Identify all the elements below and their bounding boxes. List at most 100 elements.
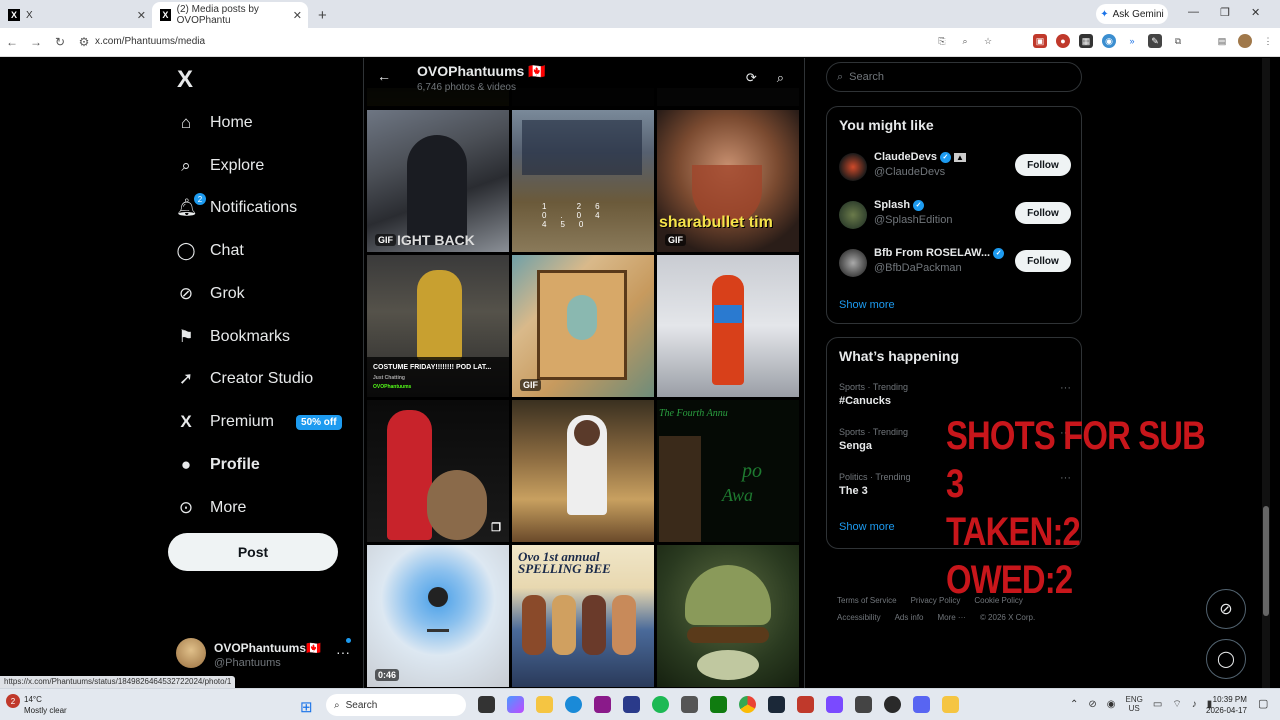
- media-tile[interactable]: 1 26 0.04 450: [512, 110, 654, 252]
- task-view-icon[interactable]: [478, 696, 495, 713]
- xbox-icon[interactable]: [710, 696, 727, 713]
- snipping-tool-icon[interactable]: [855, 696, 872, 713]
- app-icon[interactable]: [594, 696, 611, 713]
- windows-start-icon[interactable]: ⊞: [300, 698, 313, 716]
- obs-icon[interactable]: [884, 696, 901, 713]
- network-icon[interactable]: ⊘: [1088, 699, 1096, 710]
- chrome-icon[interactable]: [739, 696, 756, 713]
- system-clock[interactable]: 10:39 PM 2026-04-17: [1206, 694, 1247, 716]
- weather-widget[interactable]: 14°C Mostly clear: [24, 694, 67, 716]
- media-tile[interactable]: COSTUME FRIDAY!!!!!!!! POD LAT... Just C…: [367, 255, 509, 397]
- follow-button[interactable]: Follow: [1015, 250, 1071, 272]
- app-icon[interactable]: [942, 696, 959, 713]
- forward-icon[interactable]: →: [24, 35, 48, 49]
- media-tile[interactable]: sharabullet tim GIF: [657, 110, 799, 252]
- nav-premium[interactable]: X Premium 50% off: [176, 412, 342, 432]
- extension-icon[interactable]: ▦: [1079, 34, 1093, 48]
- trend-item[interactable]: Sports · Trending #Canucks ···: [839, 382, 1071, 407]
- show-more-link[interactable]: Show more: [839, 299, 895, 311]
- media-tile[interactable]: [657, 255, 799, 397]
- settings-icon[interactable]: [681, 696, 698, 713]
- media-tile[interactable]: [657, 545, 799, 687]
- language-indicator[interactable]: ENG US: [1126, 695, 1143, 713]
- nav-home[interactable]: ⌂ Home: [176, 113, 253, 133]
- media-tile[interactable]: [512, 400, 654, 542]
- media-tile[interactable]: The Fourth Annu po Awa: [657, 400, 799, 542]
- suggestion-row[interactable]: Splash ✓ @SplashEdition Follow: [839, 199, 1071, 239]
- steam-icon[interactable]: [768, 696, 785, 713]
- new-tab-button[interactable]: +: [318, 7, 327, 24]
- browser-tab-1[interactable]: X X ✕: [0, 2, 152, 28]
- minimize-icon[interactable]: —: [1188, 6, 1199, 18]
- spotify-icon[interactable]: [652, 696, 669, 713]
- app-icon[interactable]: [826, 696, 843, 713]
- extension-icon[interactable]: ✎: [1148, 34, 1162, 48]
- media-tile[interactable]: Ovo 1st annual SPELLING BEE: [512, 545, 654, 687]
- account-switcher[interactable]: OVOPhantuums🇨🇦 @Phantuums ···: [176, 638, 356, 670]
- grok-fab-button[interactable]: ⊘: [1206, 589, 1246, 629]
- extension-icon[interactable]: ●: [1056, 34, 1070, 48]
- search-icon[interactable]: ⌕: [777, 70, 784, 86]
- menu-icon[interactable]: ⋮: [1261, 34, 1275, 48]
- nav-chat[interactable]: ◯ Chat: [176, 241, 243, 261]
- suggestion-row[interactable]: ClaudeDevs ✓ ▲ @ClaudeDevs Follow: [839, 151, 1071, 191]
- x-logo[interactable]: X: [177, 66, 193, 94]
- follow-button[interactable]: Follow: [1015, 202, 1071, 224]
- nav-grok[interactable]: ⊘ Grok: [176, 284, 245, 304]
- site-info-icon[interactable]: ⚙: [72, 35, 96, 49]
- footer-link[interactable]: Ads info: [895, 613, 924, 622]
- app-tray-icon[interactable]: ◉: [1107, 699, 1116, 710]
- suggestion-row[interactable]: Bfb From ROSELAW... ✓ @BfbDaPackman Follo…: [839, 247, 1071, 287]
- follow-button[interactable]: Follow: [1015, 154, 1071, 176]
- more-dots-icon[interactable]: ···: [1060, 382, 1071, 394]
- extension-icon[interactable]: ▣: [1033, 34, 1047, 48]
- browser-tab-2[interactable]: X (2) Media posts by OVOPhantu ✕: [152, 2, 308, 28]
- close-tab-icon[interactable]: ✕: [137, 9, 146, 22]
- app-icon[interactable]: [623, 696, 640, 713]
- taskbar-search[interactable]: ⌕ Search: [326, 694, 466, 716]
- show-more-link[interactable]: Show more: [839, 521, 895, 533]
- media-tile[interactable]: 0:46: [367, 545, 509, 687]
- media-tile[interactable]: GIF: [512, 255, 654, 397]
- scrollbar-thumb[interactable]: [1263, 506, 1269, 616]
- edge-icon[interactable]: [565, 696, 582, 713]
- refresh-icon[interactable]: ⟳: [746, 70, 757, 86]
- back-icon[interactable]: ←: [0, 35, 24, 49]
- ask-gemini-button[interactable]: ✦ Ask Gemini: [1096, 4, 1168, 24]
- url-field[interactable]: x.com/Phantuums/media: [95, 36, 205, 47]
- media-tile[interactable]: IGHT BACK GIF: [367, 110, 509, 252]
- search-input[interactable]: ⌕ Search: [826, 62, 1082, 92]
- nav-bookmarks[interactable]: ⚑ Bookmarks: [176, 327, 290, 347]
- discord-icon[interactable]: [913, 696, 930, 713]
- footer-link[interactable]: Terms of Service: [837, 596, 897, 605]
- nav-explore[interactable]: ⌕ Explore: [176, 156, 264, 176]
- nav-profile[interactable]: ● Profile: [176, 455, 260, 475]
- close-window-icon[interactable]: ✕: [1251, 6, 1260, 19]
- close-tab-icon[interactable]: ✕: [293, 9, 302, 22]
- extensions-puzzle-icon[interactable]: ⧉: [1171, 34, 1185, 48]
- back-arrow-icon[interactable]: ←: [377, 68, 391, 84]
- maximize-icon[interactable]: ❐: [1220, 6, 1230, 19]
- copilot-icon[interactable]: [507, 696, 524, 713]
- reload-icon[interactable]: ↻: [48, 35, 72, 49]
- nav-notifications[interactable]: 🔔︎ 2 Notifications: [176, 193, 297, 218]
- volume-icon[interactable]: ♪: [1192, 699, 1197, 710]
- notification-center-icon[interactable]: ▢: [1258, 697, 1268, 710]
- nav-more[interactable]: ⊙ More: [176, 498, 247, 518]
- profile-avatar[interactable]: [1238, 34, 1252, 48]
- post-button[interactable]: Post: [168, 533, 338, 571]
- star-icon[interactable]: ☆: [981, 34, 995, 48]
- page-scrollbar[interactable]: [1262, 58, 1270, 688]
- zoom-icon[interactable]: ⌕: [958, 34, 972, 48]
- chevron-up-icon[interactable]: ⌃: [1070, 699, 1078, 710]
- file-explorer-icon[interactable]: [536, 696, 553, 713]
- extension-icon[interactable]: ◉: [1102, 34, 1116, 48]
- extension-icon[interactable]: »: [1125, 34, 1139, 48]
- nav-creator-studio[interactable]: ➚ Creator Studio: [176, 369, 313, 389]
- sidepanel-icon[interactable]: ▤: [1215, 34, 1229, 48]
- install-icon[interactable]: ⎘: [935, 34, 949, 48]
- messages-fab-button[interactable]: ◯: [1206, 639, 1246, 679]
- media-tile[interactable]: ❐: [367, 400, 509, 542]
- monitor-icon[interactable]: ▭: [1153, 699, 1162, 710]
- footer-link[interactable]: More ···: [937, 613, 965, 622]
